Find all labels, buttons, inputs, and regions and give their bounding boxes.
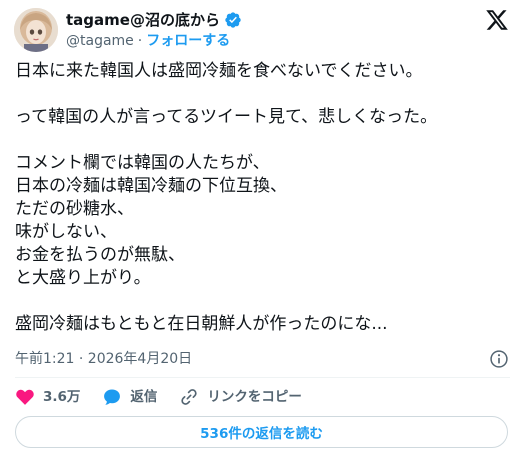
action-bar: 3.6万 返信 リンクをコピー — [15, 386, 324, 408]
like-count: 3.6万 — [43, 389, 81, 405]
avatar[interactable] — [14, 8, 58, 52]
tweet-line: 味がしない、 — [15, 222, 117, 242]
tweet-line: コメント欄では韓国の人たちが、 — [15, 153, 270, 173]
x-logo[interactable] — [485, 8, 509, 32]
tweet-line: と大盛り上がり。 — [15, 268, 151, 288]
reply-label: 返信 — [130, 389, 158, 405]
tweet-line: 盛岡冷麺はもともと在日朝鮮人が作ったのにな... — [15, 314, 388, 334]
like-button[interactable]: 3.6万 — [15, 387, 80, 407]
verified-badge-icon — [225, 12, 241, 28]
timestamp[interactable]: 午前1:21 · 2026年4月20日 — [15, 349, 192, 369]
doll-avatar-icon — [14, 8, 58, 52]
handle-row: @tagame · フォローする — [66, 31, 230, 51]
heart-icon — [16, 389, 34, 405]
display-name[interactable]: tagame@沼の底から — [66, 10, 220, 30]
x-logo-icon — [486, 10, 508, 30]
info-button[interactable] — [489, 349, 509, 369]
follow-button[interactable]: フォローする — [146, 31, 230, 51]
info-icon — [490, 350, 508, 368]
copy-link-button[interactable]: リンクをコピー — [179, 387, 302, 407]
divider — [15, 377, 510, 378]
tweet-line: 日本の冷麺は韓国冷麺の下位互換、 — [15, 176, 287, 196]
link-icon — [181, 389, 198, 405]
tweet-line: お金を払うのが無駄、 — [15, 245, 185, 265]
tweet-text: 日本に来た韓国人は盛岡冷麺を食べないでください。 って韓国の人が言ってるツイート… — [15, 60, 510, 336]
handle[interactable]: @tagame — [66, 31, 134, 51]
display-name-row: tagame@沼の底から — [66, 10, 242, 30]
separator-dot: · — [137, 33, 143, 49]
copy-link-label: リンクをコピー — [207, 389, 302, 405]
tweet-embed: tagame@沼の底から @tagame · フォローする 日本に来た韓国人は盛… — [0, 0, 520, 457]
reply-bubble-icon — [104, 389, 121, 405]
tweet-line: 日本に来た韓国人は盛岡冷麺を食べないでください。 — [15, 61, 423, 81]
tweet-line: って韓国の人が言ってるツイート見て、悲しくなった。 — [15, 107, 438, 127]
tweet-line: ただの砂糖水、 — [15, 199, 134, 219]
read-replies-button[interactable]: 536件の返信を読む — [15, 416, 508, 448]
reply-button[interactable]: 返信 — [102, 387, 157, 407]
